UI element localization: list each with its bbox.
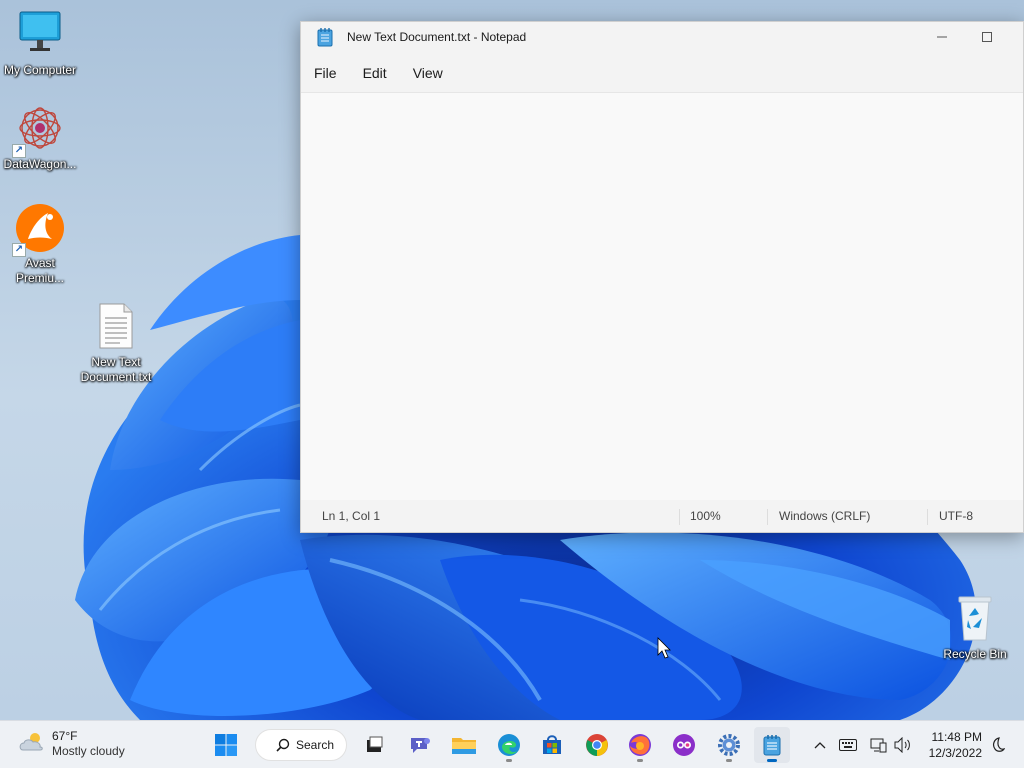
running-indicator [726, 759, 732, 762]
clock[interactable]: 11:48 PM 12/3/2022 [920, 729, 982, 761]
minimize-button[interactable] [919, 22, 965, 52]
task-view-icon [367, 736, 383, 752]
title-bar[interactable]: New Text Document.txt - Notepad [301, 22, 1023, 52]
search-icon [276, 738, 290, 752]
desktop-icon-recycle-bin[interactable]: Recycle Bin [935, 594, 1015, 662]
weather-widget[interactable]: 67°F Mostly cloudy [18, 729, 125, 759]
desktop-icon-label: Recycle Bin [943, 647, 1007, 661]
meeting-app-button[interactable] [666, 727, 702, 763]
volume-button[interactable] [893, 735, 913, 755]
file-explorer-icon [452, 738, 476, 754]
status-divider [927, 509, 928, 525]
status-divider [679, 509, 680, 525]
chrome-button[interactable] [579, 727, 615, 763]
shortcut-arrow-icon: ↗ [12, 144, 26, 158]
teams-chat-icon [411, 738, 430, 753]
speaker-icon [894, 737, 910, 753]
menu-bar: File Edit View [301, 58, 456, 88]
file-explorer-button[interactable] [446, 727, 482, 763]
desktop-icon-my-computer[interactable]: My Computer [0, 10, 80, 78]
desktop-icon-label: Avast Premiu... [15, 256, 64, 285]
search-label: Search [296, 738, 335, 752]
shortcut-arrow-icon: ↗ [12, 243, 26, 257]
network-button[interactable] [869, 735, 889, 755]
settings-button[interactable] [711, 727, 747, 763]
desktop-icon-label: My Computer [3, 63, 77, 77]
cursor-position: Ln 1, Col 1 [322, 509, 381, 523]
show-hidden-icons-button[interactable] [810, 735, 830, 755]
edge-button[interactable] [491, 727, 527, 763]
meeting-app-icon [673, 734, 695, 756]
moon-icon [993, 737, 1005, 752]
keyboard-icon [839, 739, 857, 751]
menu-file[interactable]: File [301, 61, 350, 85]
notepad-window[interactable]: New Text Document.txt - Notepad File Edi… [300, 21, 1024, 533]
store-icon [543, 735, 561, 754]
start-icon [215, 734, 237, 756]
text-editor-area[interactable] [301, 92, 1023, 500]
text-file-icon [90, 302, 142, 354]
desktop-icon-datawagon[interactable]: ↗ DataWagon... [0, 104, 80, 172]
desktop-icon-label: DataWagon... [3, 157, 77, 171]
menu-view[interactable]: View [400, 61, 456, 85]
running-indicator [767, 759, 777, 762]
running-indicator [506, 759, 512, 762]
editor-textarea[interactable] [301, 93, 1023, 500]
chrome-icon [586, 734, 608, 756]
keyboard-button[interactable] [838, 735, 858, 755]
taskbar: 67°F Mostly cloudy Search 11:48 PM 12/3/… [0, 720, 1024, 768]
running-indicator [637, 759, 643, 762]
teams-chat-button[interactable] [402, 727, 438, 763]
notepad-icon [763, 735, 781, 756]
notepad-taskbar-button[interactable] [754, 727, 790, 763]
maximize-icon [982, 32, 992, 42]
status-bar: Ln 1, Col 1 100% Windows (CRLF) UTF-8 [301, 500, 1023, 532]
desktop-icon-label: New Text Document.txt [80, 355, 152, 384]
recycle-bin-icon [949, 594, 1001, 646]
maximize-button[interactable] [964, 22, 1010, 52]
start-button[interactable] [208, 727, 244, 763]
task-view-button[interactable] [356, 727, 392, 763]
zoom-level: 100% [690, 509, 721, 523]
window-title: New Text Document.txt - Notepad [347, 30, 527, 44]
clock-date: 12/3/2022 [928, 746, 982, 760]
edge-icon [498, 734, 520, 756]
store-button[interactable] [534, 727, 570, 763]
notepad-app-icon [317, 27, 333, 47]
menu-edit[interactable]: Edit [350, 61, 400, 85]
network-icon [870, 738, 887, 753]
chevron-up-icon [814, 742, 826, 749]
firefox-button[interactable] [622, 727, 658, 763]
weather-condition: Mostly cloudy [52, 744, 125, 758]
firefox-icon [629, 734, 651, 756]
settings-icon [718, 734, 740, 756]
encoding: UTF-8 [939, 509, 973, 523]
search-button[interactable]: Search [255, 729, 347, 761]
desktop-icon-avast[interactable]: ↗ Avast Premiu... [0, 203, 80, 286]
datawagon-flower-icon: ↗ [12, 104, 66, 158]
minimize-icon [937, 36, 947, 38]
weather-temperature: 67°F [52, 729, 78, 743]
line-ending: Windows (CRLF) [779, 509, 871, 523]
notifications-button[interactable] [987, 735, 1007, 755]
clock-time: 11:48 PM [931, 730, 982, 744]
avast-icon: ↗ [12, 203, 66, 257]
status-divider [767, 509, 768, 525]
monitor-icon [14, 10, 66, 62]
desktop-icon-new-text-document[interactable]: New Text Document.txt [76, 302, 156, 385]
cloud-icon [18, 730, 46, 759]
